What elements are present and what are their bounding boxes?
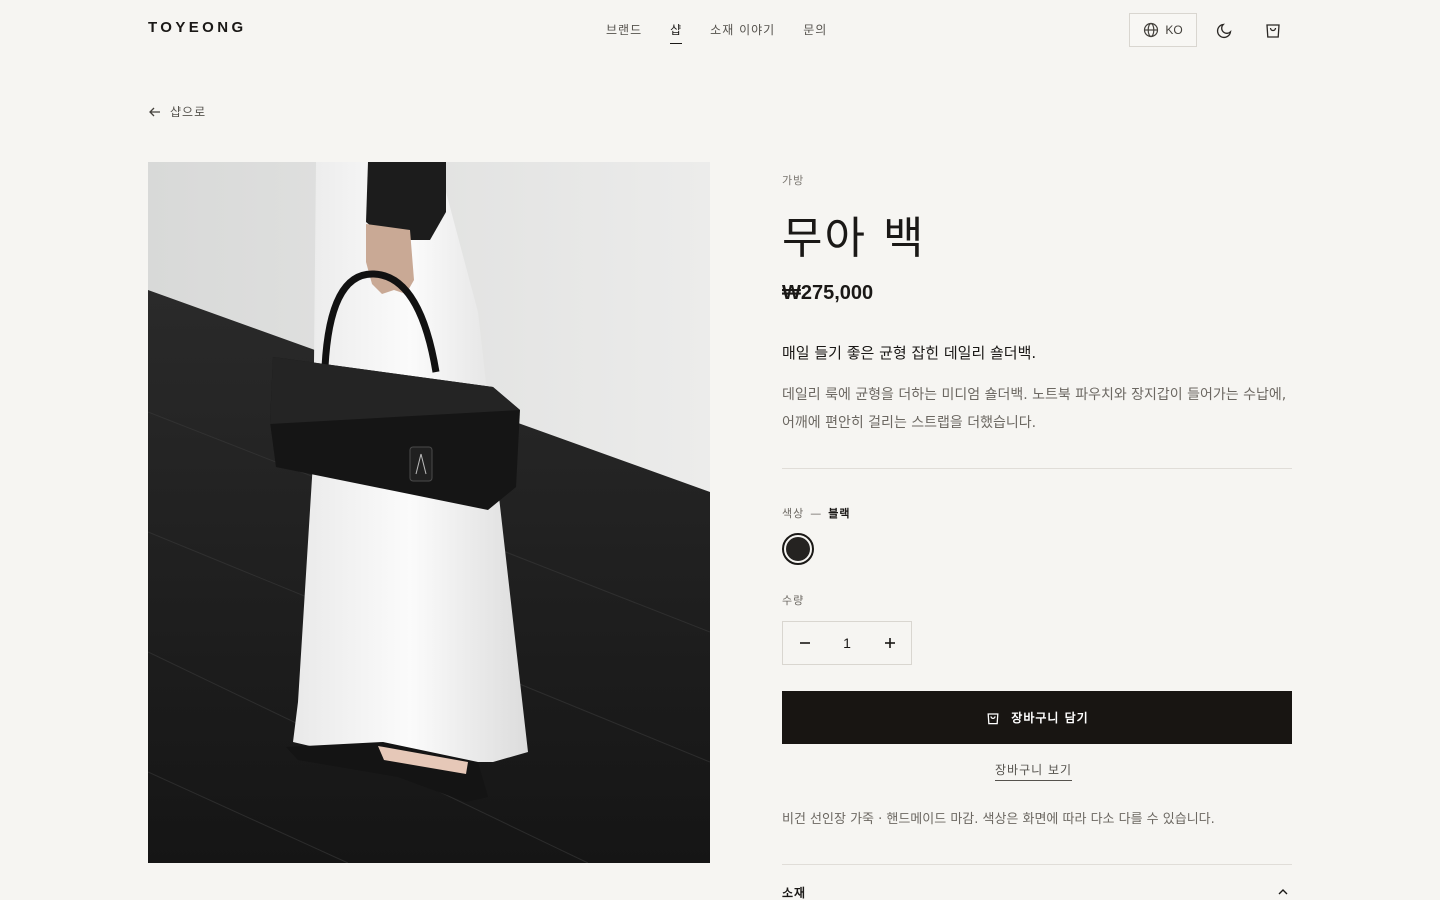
minus-icon: [799, 642, 810, 644]
color-separator: —: [810, 506, 823, 520]
product-photo-illustration: [148, 162, 710, 863]
divider: [782, 468, 1292, 469]
decrease-quantity-button[interactable]: [783, 622, 826, 664]
shopping-bag-icon: [987, 712, 999, 724]
back-link-label: 샵으로: [170, 105, 207, 119]
nav-material-story[interactable]: 소재 이야기: [710, 21, 775, 44]
add-to-cart-button[interactable]: 장바구니 담기: [782, 691, 1292, 744]
nav-contact[interactable]: 문의: [803, 21, 827, 44]
add-to-cart-label: 장바구니 담기: [1011, 711, 1089, 725]
product-tagline: 매일 들기 좋은 균형 잡힌 데일리 숄더백.: [782, 344, 1037, 362]
swatch-fill: [786, 537, 810, 561]
accordion-material-title[interactable]: 소재: [782, 884, 806, 900]
logo[interactable]: TOYEONG: [148, 19, 247, 36]
color-swatch-black[interactable]: [782, 533, 814, 565]
globe-icon: [1144, 22, 1159, 38]
chevron-up-icon[interactable]: [1276, 885, 1290, 899]
nav-shop[interactable]: 샵: [670, 21, 683, 44]
product-image: [148, 162, 710, 863]
product-category: 가방: [782, 174, 805, 187]
quantity-value[interactable]: 1: [826, 635, 868, 651]
site-header: TOYEONG 브랜드 샵 소재 이야기 문의 KO: [0, 0, 1440, 60]
arrow-left-icon: [149, 107, 160, 116]
shopping-bag-icon: [1266, 24, 1280, 38]
nav-brand[interactable]: 브랜드: [606, 21, 642, 44]
color-label-row: 색상 — 블랙: [782, 505, 851, 521]
quantity-stepper: 1: [782, 621, 912, 665]
view-cart-link[interactable]: 장바구니 보기: [995, 761, 1073, 781]
quantity-label: 수량: [782, 594, 805, 607]
divider: [782, 864, 1292, 865]
product-description: 데일리 룩에 균형을 더하는 미디엄 숄더백. 노트북 파우치와 장지갑이 들어…: [782, 387, 1287, 431]
cart-button[interactable]: [1261, 18, 1285, 42]
main-nav: 브랜드 샵 소재 이야기 문의: [606, 21, 827, 44]
theme-toggle-button[interactable]: [1213, 18, 1237, 42]
color-label: 색상: [782, 507, 805, 520]
moon-icon: [1216, 23, 1232, 39]
language-label: KO: [1165, 23, 1183, 37]
back-to-shop-link[interactable]: 샵으로: [148, 103, 206, 120]
product-title: 무아 백: [782, 213, 926, 264]
material-note: 비건 선인장 가죽 · 핸드메이드 마감. 색상은 화면에 따라 다소 다를 수…: [782, 812, 1215, 827]
increase-quantity-button[interactable]: [868, 622, 911, 664]
language-button[interactable]: KO: [1129, 13, 1197, 47]
color-value: 블랙: [828, 507, 851, 520]
plus-icon: [884, 638, 895, 648]
product-price: ₩275,000: [782, 282, 874, 304]
